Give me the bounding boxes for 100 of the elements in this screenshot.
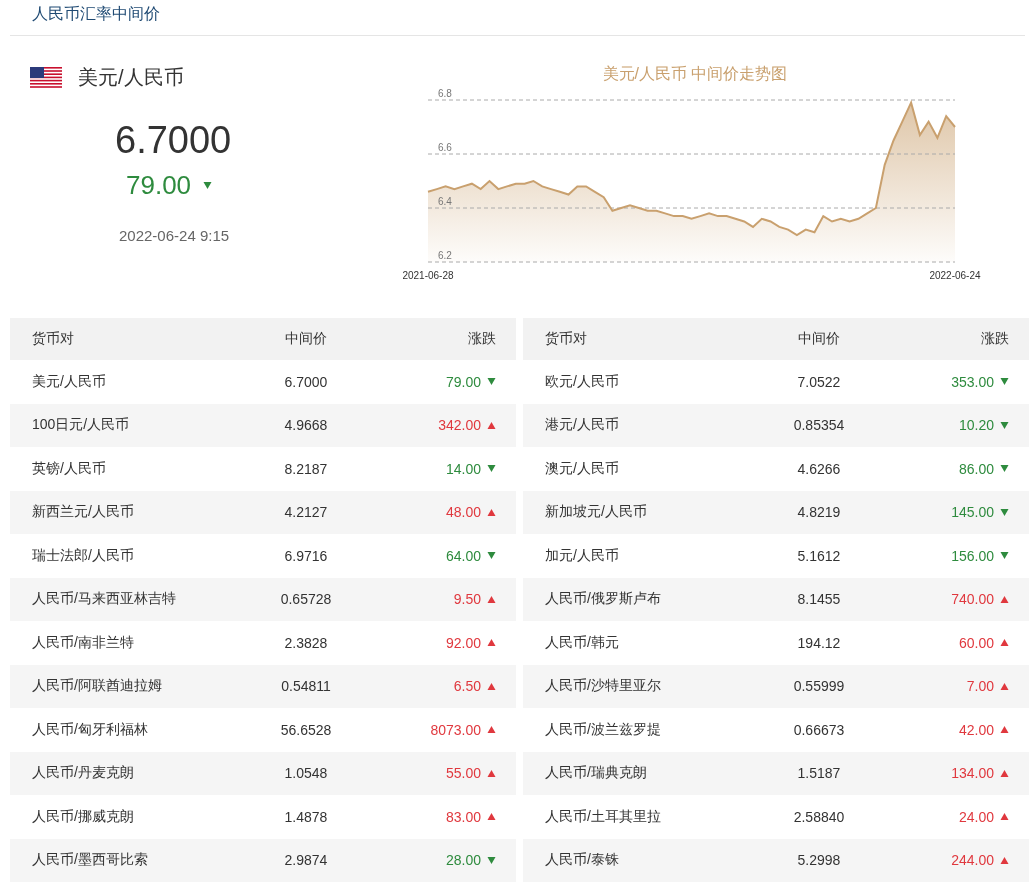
down-triangle-icon: [487, 855, 496, 865]
table-cell-text: 7.0522: [796, 373, 842, 390]
table-cell-text: 194.12: [796, 634, 842, 651]
table-cell-text: 8.2187: [283, 460, 329, 477]
table-cell-text: 人民币/丹麦克朗: [32, 764, 135, 783]
rate-change: 79.00: [126, 170, 192, 201]
table-cell-text: 0.66673: [792, 721, 846, 738]
table-cell: 83.00: [445, 808, 481, 825]
table-cell-text: 加元/人民币: [545, 546, 620, 565]
up-triangle-icon: [1000, 725, 1009, 735]
table-cell-text: 人民币/阿联酋迪拉姆: [32, 677, 163, 696]
up-triangle-icon: [487, 638, 496, 648]
exchange-rate: 6.7000: [115, 119, 233, 162]
column-header: 中间价: [284, 330, 328, 348]
down-triangle-icon: [1000, 464, 1009, 474]
table-cell: 55.00: [445, 765, 481, 782]
timestamp: 2022-06-24 9:15: [119, 227, 231, 244]
chart-title: 美元/人民币 中间价走势图: [601, 64, 789, 84]
table-cell: 48.00: [445, 504, 481, 521]
up-triangle-icon: [487, 681, 496, 691]
axis-label: 6.4: [438, 196, 452, 207]
page-title: 人民币汇率中间价: [32, 5, 160, 22]
table-cell-text: 2.58840: [792, 808, 846, 825]
table-cell: 244.00: [951, 852, 994, 869]
table-cell-text: 0.85354: [792, 417, 846, 434]
table-cell-text: 4.2127: [283, 504, 329, 521]
up-triangle-icon: [1000, 768, 1009, 778]
up-triangle-icon: [487, 768, 496, 778]
table-cell: 740.00: [951, 591, 994, 608]
table-cell: 156.00: [951, 547, 994, 564]
table-cell-text: 人民币/韩元: [545, 633, 620, 652]
table-cell-text: 新西兰元/人民币: [32, 503, 135, 522]
table-cell-text: 2.3828: [283, 634, 329, 651]
table-cell-text: 澳元/人民币: [545, 459, 620, 478]
axis-label: 6.6: [438, 142, 452, 153]
up-triangle-icon: [1000, 594, 1009, 604]
table-cell: 342.00: [438, 417, 481, 434]
down-triangle-icon: [203, 181, 213, 190]
up-triangle-icon: [487, 812, 496, 822]
table-cell-text: 人民币/马来西亚林吉特: [32, 590, 177, 609]
table-cell-text: 港元/人民币: [545, 416, 620, 435]
table-cell-text: 1.5187: [796, 765, 842, 782]
axis-label: 6.2: [438, 250, 452, 261]
table-cell-text: 人民币/泰铢: [545, 851, 620, 870]
table-cell-text: 4.6266: [796, 460, 842, 477]
table-cell: 9.50: [453, 591, 481, 608]
table-cell-text: 4.8219: [796, 504, 842, 521]
table-cell-text: 瑞士法郎/人民币: [32, 546, 135, 565]
table-cell-text: 0.55999: [792, 678, 846, 695]
table-cell: 10.20: [958, 417, 994, 434]
table-cell: 6.50: [453, 678, 481, 695]
table-cell: 92.00: [445, 634, 481, 651]
up-triangle-icon: [1000, 638, 1009, 648]
table-cell-text: 人民币/墨西哥比索: [32, 851, 149, 870]
table-cell-text: 人民币/匈牙利福林: [32, 720, 149, 739]
table-cell: 134.00: [951, 765, 994, 782]
down-triangle-icon: [487, 551, 496, 561]
table-cell-text: 2.9874: [283, 852, 329, 869]
column-header: 货币对: [545, 330, 588, 348]
table-cell: 7.00: [966, 678, 994, 695]
table-cell-text: 欧元/人民币: [545, 372, 620, 391]
table-cell-text: 人民币/沙特里亚尔: [545, 677, 662, 696]
down-triangle-icon: [487, 464, 496, 474]
table-cell-text: 100日元/人民币: [32, 416, 131, 435]
table-cell: 353.00: [951, 373, 994, 390]
table-cell: 145.00: [951, 504, 994, 521]
table-cell-text: 0.54811: [280, 678, 332, 695]
table-cell: 86.00: [958, 460, 994, 477]
down-triangle-icon: [1000, 377, 1009, 387]
table-cell-text: 人民币/挪威克朗: [32, 807, 135, 826]
table-cell-text: 1.4878: [283, 808, 329, 825]
axis-label: 2022-06-24: [929, 270, 981, 281]
down-triangle-icon: [1000, 420, 1009, 430]
table-cell-text: 人民币/俄罗斯卢布: [545, 590, 662, 609]
table-cell-text: 6.7000: [283, 373, 329, 390]
table-cell: 64.00: [445, 547, 481, 564]
table-cell: 28.00: [445, 852, 481, 869]
table-cell-text: 美元/人民币: [32, 372, 107, 391]
table-cell-text: 8.1455: [796, 591, 842, 608]
down-triangle-icon: [487, 377, 496, 387]
up-triangle-icon: [487, 420, 496, 430]
table-cell: 14.00: [445, 460, 481, 477]
column-header: 涨跌: [467, 330, 496, 348]
column-header: 涨跌: [980, 330, 1009, 348]
up-triangle-icon: [1000, 681, 1009, 691]
axis-label: 2021-06-28: [402, 270, 454, 281]
currency-pair: 美元/人民币: [78, 65, 184, 90]
table-cell-text: 1.0548: [283, 765, 329, 782]
table-cell: 42.00: [958, 721, 994, 738]
table-cell-text: 英镑/人民币: [32, 459, 107, 478]
table-cell-text: 56.6528: [279, 721, 333, 738]
table-cell-text: 人民币/波兰兹罗提: [545, 720, 662, 739]
down-triangle-icon: [1000, 551, 1009, 561]
up-triangle-icon: [487, 594, 496, 604]
table-cell-text: 4.9668: [283, 417, 329, 434]
table-cell-text: 人民币/土耳其里拉: [545, 807, 662, 826]
table-cell: 79.00: [445, 373, 481, 390]
axis-label: 6.8: [438, 88, 452, 99]
table-cell: 24.00: [958, 808, 994, 825]
table-cell-text: 人民币/南非兰特: [32, 633, 135, 652]
